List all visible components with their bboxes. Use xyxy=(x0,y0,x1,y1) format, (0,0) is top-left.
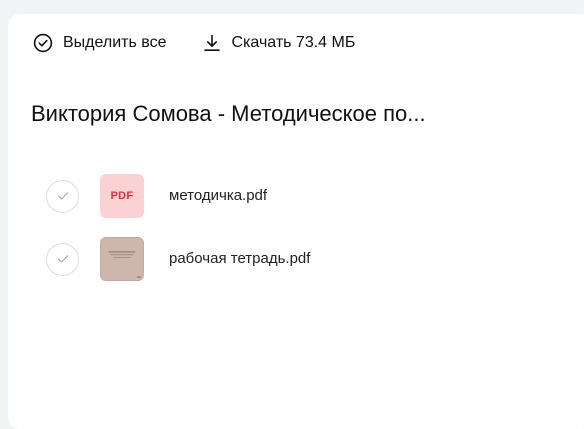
toolbar: Выделить все Скачать 73.4 МБ xyxy=(32,32,355,54)
document-cover-image xyxy=(101,238,143,280)
pdf-badge-label: PDF xyxy=(110,190,134,202)
file-name: методичка.pdf xyxy=(169,187,268,204)
folder-title: Виктория Сомова - Методическое по... xyxy=(31,101,426,126)
file-row[interactable]: рабочая тетрадь.pdf xyxy=(46,236,310,282)
file-select-checkbox[interactable] xyxy=(46,242,79,276)
select-all-label: Выделить все xyxy=(63,34,167,51)
files-panel: Выделить все Скачать 73.4 МБ Виктория Со… xyxy=(8,14,584,429)
download-icon xyxy=(201,32,223,54)
download-label: Скачать 73.4 МБ xyxy=(231,34,356,51)
file-row[interactable]: PDF методичка.pdf xyxy=(46,173,267,219)
check-icon xyxy=(57,192,68,200)
file-name: рабочая тетрадь.pdf xyxy=(169,250,311,267)
pdf-thumbnail: PDF xyxy=(100,174,144,218)
document-preview-thumbnail xyxy=(100,237,144,281)
check-icon xyxy=(57,255,68,263)
download-button[interactable]: Скачать 73.4 МБ xyxy=(201,32,355,54)
file-select-checkbox[interactable] xyxy=(46,179,79,213)
check-circle-icon xyxy=(32,32,54,54)
select-all-button[interactable]: Выделить все xyxy=(32,32,166,54)
